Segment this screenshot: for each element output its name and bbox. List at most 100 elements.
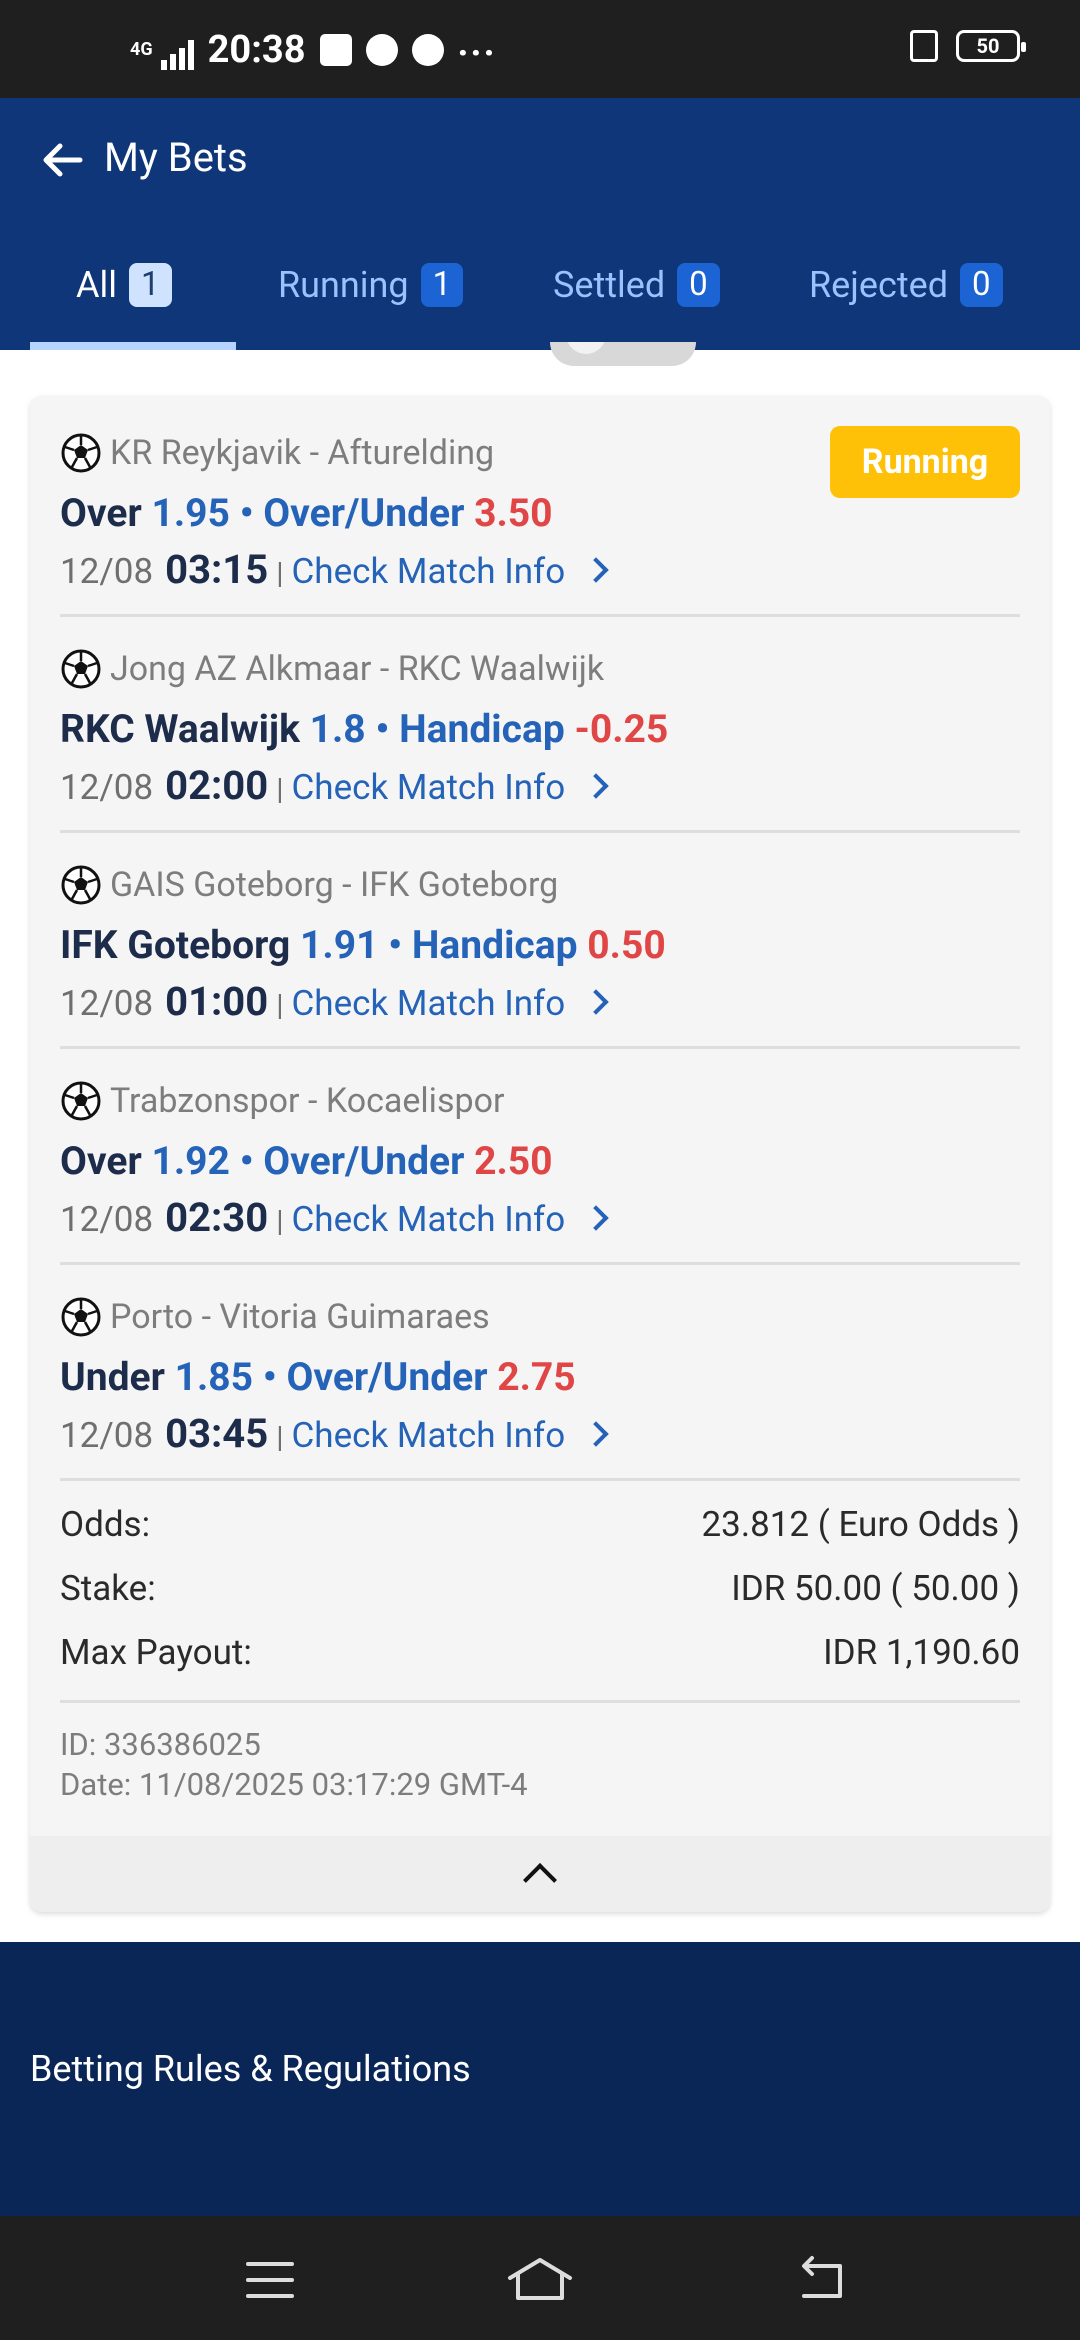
check-match-info-link[interactable]: Check Match Info (292, 551, 609, 592)
match-time: 01:00 (165, 978, 269, 1025)
tab-label: Rejected (809, 264, 948, 306)
chevron-up-icon (523, 1863, 557, 1897)
market: Handicap (399, 706, 565, 752)
count-badge: 0 (677, 263, 720, 307)
back-arrow-icon[interactable] (38, 136, 86, 184)
page-title: My Bets (104, 134, 248, 181)
stake-label: Stake: (60, 1568, 156, 1609)
system-nav-bar (0, 2216, 1080, 2340)
tab-all[interactable]: All 1 (76, 220, 172, 350)
odds-row: Odds: 23.812 ( Euro Odds ) (60, 1504, 1020, 1545)
leg-odds: 1.92 (151, 1138, 230, 1184)
tab-label: Settled (553, 264, 666, 306)
check-match-info-link[interactable]: Check Match Info (292, 767, 609, 808)
bet-leg: Porto - Vitoria Guimaraes Under 1.85 • O… (60, 1260, 1020, 1476)
match-name: KR Reykjavik - Afturelding (110, 433, 495, 473)
collapse-button[interactable] (30, 1836, 1050, 1912)
handicap-line: -0.25 (574, 706, 669, 752)
selection-line: Over 1.95 • Over/Under 3.50 (60, 490, 553, 536)
leg-odds: 1.95 (151, 490, 230, 536)
match-name: Jong AZ Alkmaar - RKC Waalwijk (110, 649, 605, 689)
stake-value: IDR 50.00 ( 50.00 ) (731, 1568, 1020, 1609)
count-badge: 1 (420, 263, 464, 307)
count-badge: 1 (129, 263, 172, 307)
selection: RKC Waalwijk (60, 706, 300, 752)
network-indicator: 4G (130, 39, 153, 60)
selection: Under (60, 1354, 165, 1400)
handicap-line: 2.50 (474, 1138, 553, 1184)
odds-label: Odds: (60, 1504, 151, 1545)
selection: IFK Goteborg (60, 922, 291, 968)
bet-leg: Trabzonspor - Kocaelispor Over 1.92 • Ov… (60, 1044, 1020, 1260)
bet-id: ID: 336386025 (60, 1726, 261, 1763)
chevron-right-icon (583, 557, 609, 583)
market: Over/Under (263, 490, 465, 536)
tab-label: Running (278, 264, 409, 306)
handicap-line: 0.50 (587, 922, 666, 968)
check-match-info-link[interactable]: Check Match Info (292, 983, 609, 1024)
selection-line: IFK Goteborg 1.91 • Handicap 0.50 (60, 922, 666, 968)
clock: 20:38 (207, 28, 306, 72)
battery-icon: 50 (956, 30, 1026, 62)
bet-tabs: All 1 Running 1 Settled 0 Rejected 0 (0, 220, 1080, 350)
market: Handicap (411, 922, 578, 968)
speedometer-icon (365, 34, 398, 66)
check-match-info-link[interactable]: Check Match Info (292, 1199, 609, 1240)
odds-value: 23.812 ( Euro Odds ) (701, 1504, 1020, 1545)
back-icon[interactable] (792, 2250, 852, 2310)
active-tab-indicator (30, 342, 236, 350)
menu-icon[interactable] (240, 2250, 300, 2310)
betting-rules-link[interactable]: Betting Rules & Regulations (30, 2048, 471, 2090)
match-time: 02:30 (165, 1194, 269, 1241)
soccer-ball-icon (61, 1081, 101, 1121)
soccer-ball-icon (61, 865, 101, 905)
handicap-line: 2.75 (497, 1354, 576, 1400)
home-icon[interactable] (504, 2250, 576, 2310)
tab-running[interactable]: Running 1 (278, 220, 464, 350)
divider (60, 1700, 1020, 1703)
market: Over/Under (263, 1138, 465, 1184)
chat-bubble-icon (411, 34, 444, 66)
match-time: 03:15 (165, 546, 269, 593)
chevron-right-icon (583, 773, 609, 799)
leg-odds: 1.8 (309, 706, 366, 752)
stake-row: Stake: IDR 50.00 ( 50.00 ) (60, 1568, 1020, 1609)
match-date: 12/08 (60, 983, 154, 1024)
footer: Betting Rules & Regulations (0, 1942, 1080, 2216)
bet-card: Running KR Reykjavik - Afturelding Over … (30, 396, 1050, 1912)
match-date: 12/08 (60, 1415, 154, 1456)
match-date: 12/08 (60, 767, 154, 808)
status-bar: 4G 20:38 ... 50 (0, 0, 1080, 98)
chevron-right-icon (583, 989, 609, 1015)
match-date: 12/08 (60, 1199, 154, 1240)
market: Over/Under (286, 1354, 488, 1400)
soccer-ball-icon (61, 649, 101, 689)
match-name: Trabzonspor - Kocaelispor (110, 1081, 505, 1121)
bet-leg: KR Reykjavik - Afturelding Over 1.95 • O… (60, 396, 1020, 612)
match-name: Porto - Vitoria Guimaraes (110, 1297, 490, 1337)
tab-label: All (76, 264, 117, 306)
selection: Over (60, 1138, 142, 1184)
vibrate-icon (910, 30, 938, 62)
bet-leg: Jong AZ Alkmaar - RKC Waalwijk RKC Waalw… (60, 649, 669, 809)
tab-rejected[interactable]: Rejected 0 (809, 220, 1003, 350)
soccer-ball-icon (61, 1297, 101, 1337)
match-date: 12/08 (60, 551, 154, 592)
chevron-right-icon (583, 1421, 609, 1447)
soccer-ball-icon (61, 433, 101, 473)
selection-line: Under 1.85 • Over/Under 2.75 (60, 1354, 576, 1400)
leg-odds: 1.91 (300, 922, 379, 968)
bet-leg: GAIS Goteborg - IFK Goteborg IFK Gotebor… (60, 865, 666, 1025)
bet-date: Date: 11/08/2025 03:17:29 GMT-4 (60, 1766, 528, 1803)
payout-label: Max Payout: (60, 1632, 252, 1673)
selection: Over (60, 490, 142, 536)
app-header: My Bets (0, 98, 1080, 220)
check-match-info-link[interactable]: Check Match Info (292, 1415, 609, 1456)
tab-settled[interactable]: Settled 0 (553, 220, 720, 350)
leg-odds: 1.85 (174, 1354, 254, 1400)
selection-line: RKC Waalwijk 1.8 • Handicap -0.25 (60, 706, 669, 752)
signal-icon (160, 40, 194, 70)
pull-toggle[interactable] (550, 342, 696, 366)
mail-icon (319, 34, 352, 66)
chevron-right-icon (583, 1205, 609, 1231)
